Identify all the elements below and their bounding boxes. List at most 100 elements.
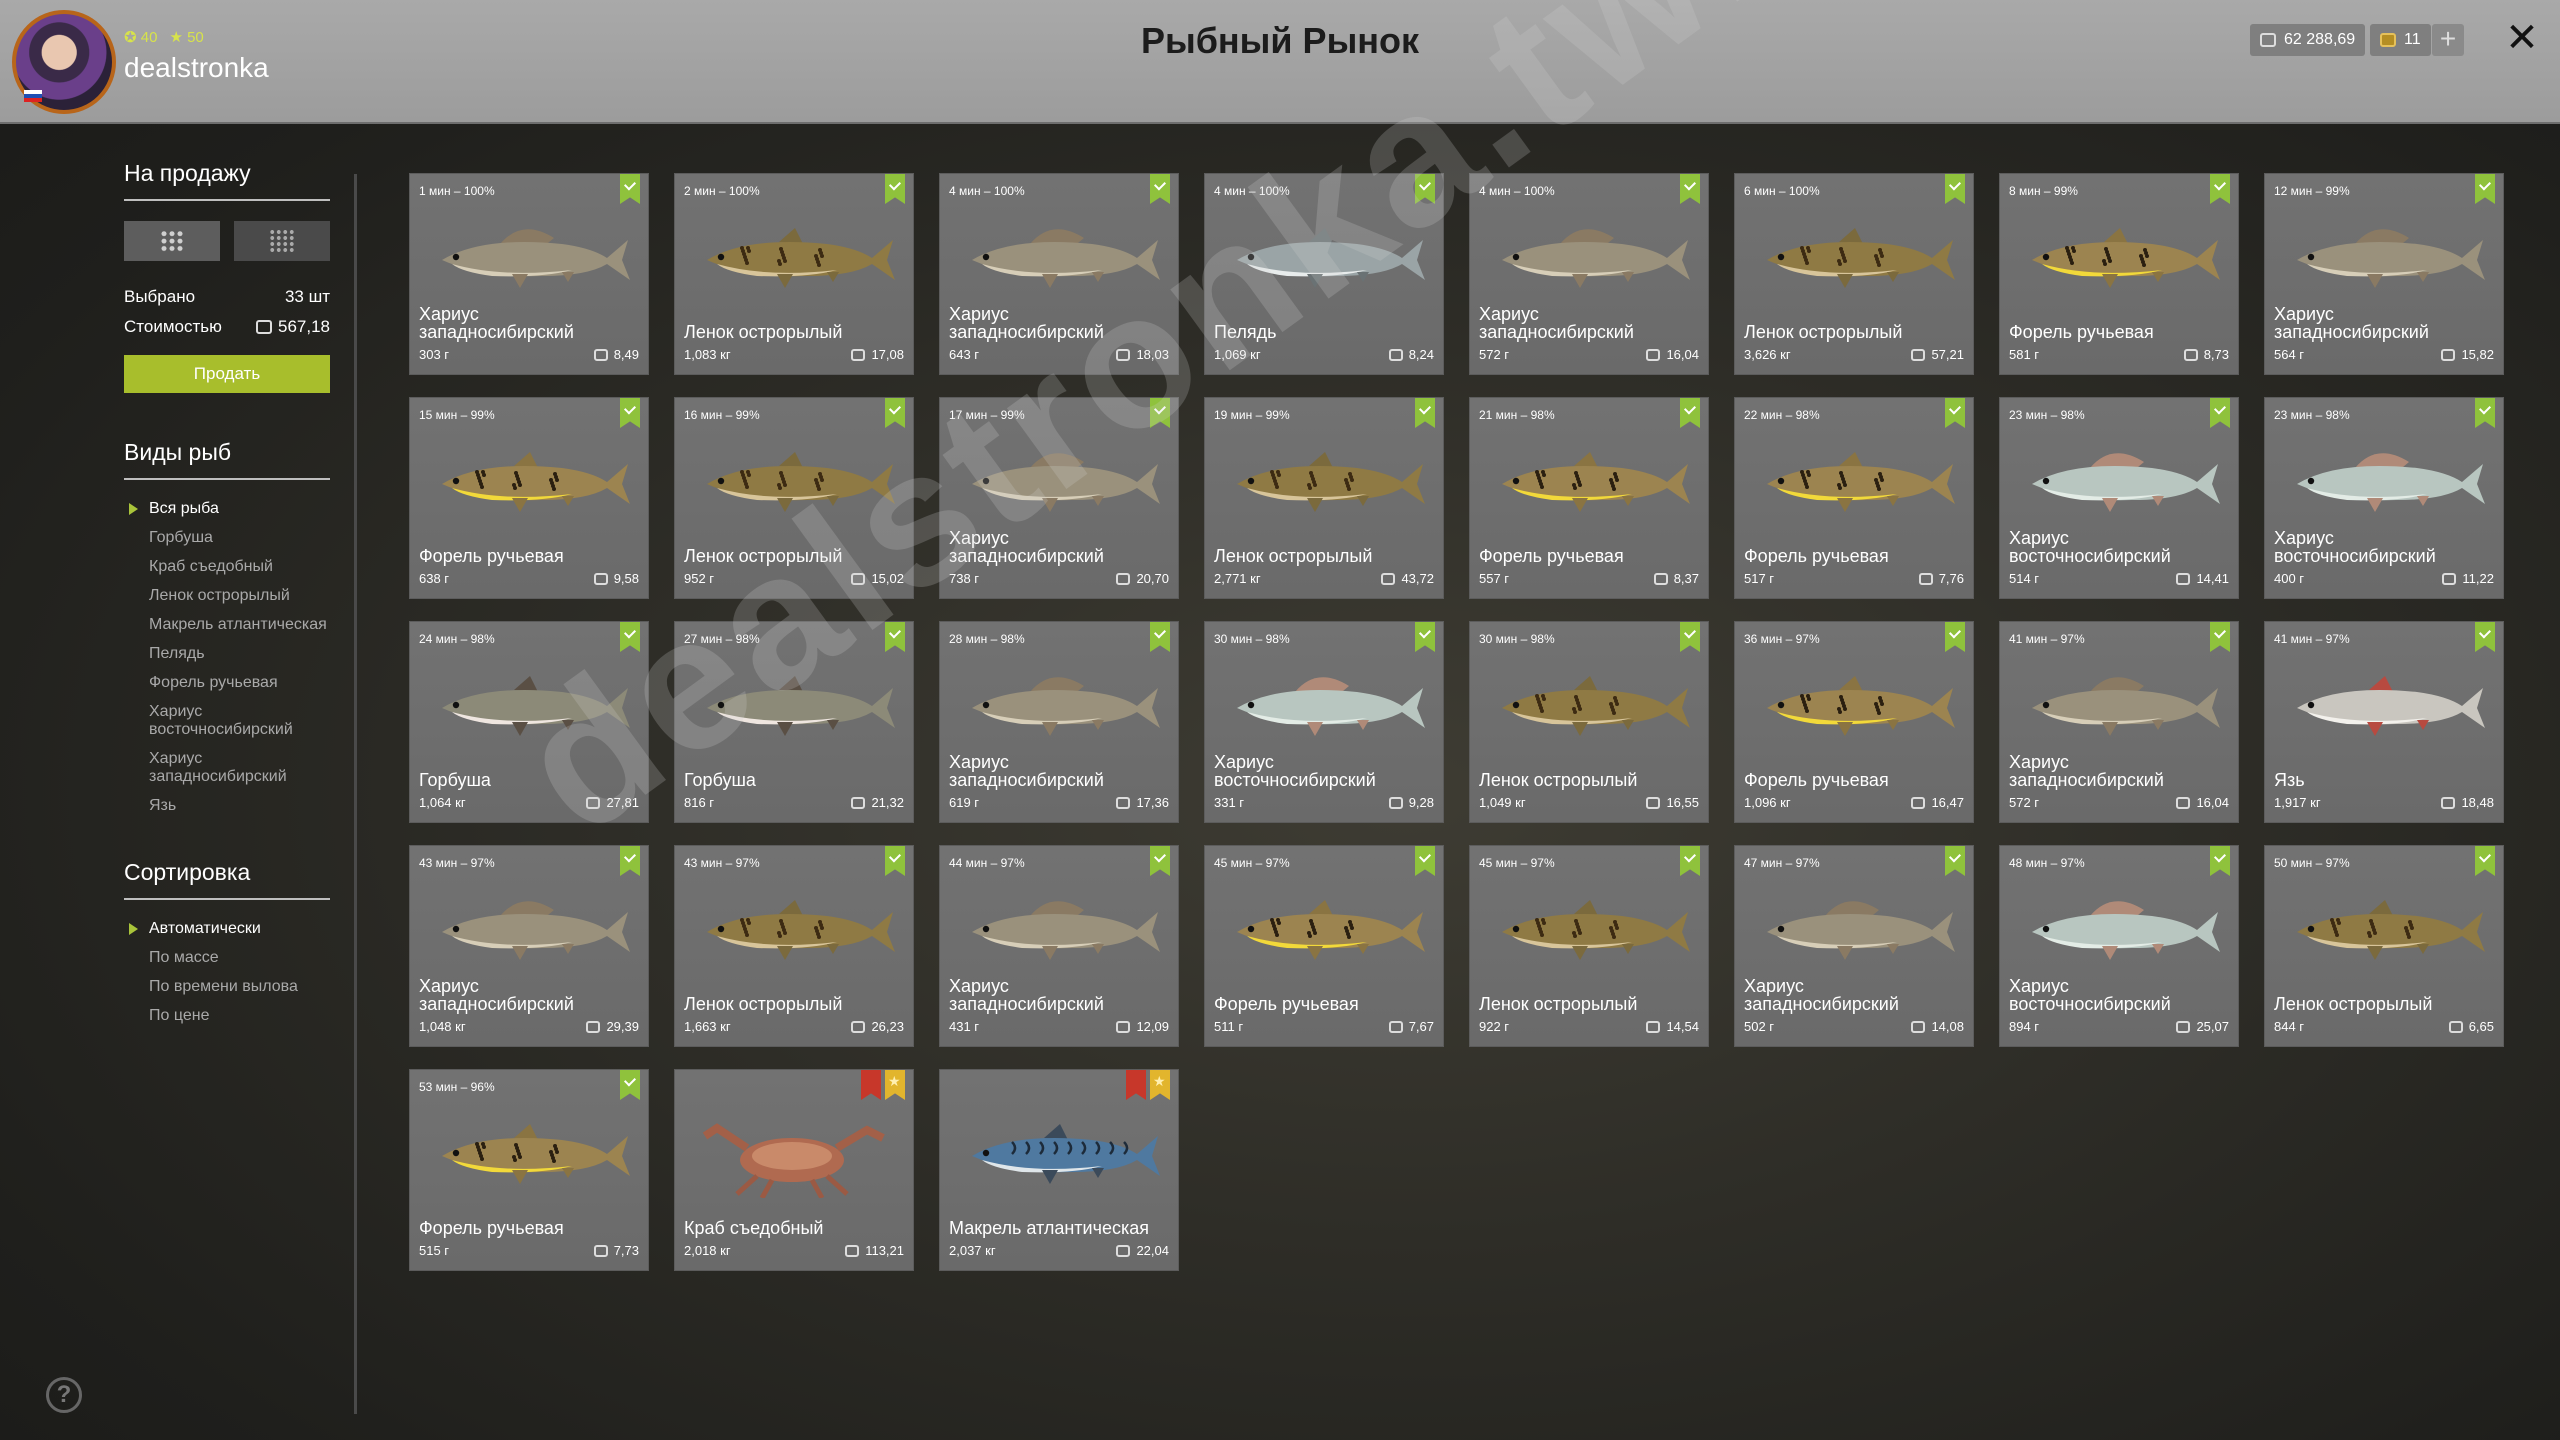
fish-card[interactable]: 30 мин – 98% Ленок острорылый 1,049 кг 16,5… <box>1470 622 1708 822</box>
species-item[interactable]: Язь <box>124 797 330 815</box>
species-item[interactable]: Хариус восточносибирский <box>124 703 330 739</box>
silver-coin-icon <box>1116 1020 1131 1033</box>
fish-name: Хариус восточносибирский <box>2009 528 2171 566</box>
fish-card[interactable]: 12 мин – 99% Хариус западносибирский 564 г… <box>2265 174 2503 374</box>
sort-option-list: Автоматически По массе По времени вылова По… <box>124 920 330 1025</box>
fish-card[interactable]: 22 мин – 98% Форель ручьевая 517 г 7,76 <box>1735 398 1973 598</box>
fish-card[interactable]: 44 мин – 97% Хариус западносибирский 431 г… <box>940 846 1178 1046</box>
fish-weight: 564 г <box>2274 347 2305 362</box>
sort-item[interactable]: По массе <box>124 949 330 967</box>
checkmark-icon[interactable] <box>885 622 905 652</box>
sort-item[interactable]: Автоматически <box>124 920 330 938</box>
checkmark-icon[interactable] <box>620 846 640 876</box>
species-item[interactable]: Пелядь <box>124 645 330 663</box>
checkmark-icon[interactable] <box>2475 846 2495 876</box>
fish-card[interactable]: 4 мин – 100% Хариус западносибирский 572 г… <box>1470 174 1708 374</box>
sort-item[interactable]: По цене <box>124 1007 330 1025</box>
fish-card[interactable]: 41 мин – 97% Язь 1,917 кг 18,48 <box>2265 622 2503 822</box>
add-gold-button[interactable]: + <box>2432 24 2464 56</box>
silver-coin-icon <box>1646 348 1661 361</box>
fish-card[interactable]: 6 мин – 100% Ленок острорылый 3,626 кг 57,2… <box>1735 174 1973 374</box>
fish-card[interactable]: 16 мин – 99% Ленок острорылый 952 г 15,02 <box>675 398 913 598</box>
fish-card[interactable]: 15 мин – 99% Форель ручьевая 638 г 9,58 <box>410 398 648 598</box>
checkmark-icon[interactable] <box>2475 622 2495 652</box>
fish-card[interactable]: 30 мин – 98% Хариус восточносибирский 331 … <box>1205 622 1443 822</box>
checkmark-icon[interactable] <box>1945 174 1965 204</box>
fish-card[interactable]: Макрель атлантическая 2,037 кг 22,04 <box>940 1070 1178 1270</box>
fish-card[interactable]: 2 мин – 100% Ленок острорылый 1,083 кг 17,0… <box>675 174 913 374</box>
checkmark-icon[interactable] <box>885 846 905 876</box>
sort-item[interactable]: По времени вылова <box>124 978 330 996</box>
trout-fish-icon <box>442 452 630 512</box>
checkmark-icon[interactable] <box>885 398 905 428</box>
sell-button[interactable]: Продать <box>124 355 330 393</box>
checkmark-icon[interactable] <box>2210 174 2230 204</box>
checkmark-icon[interactable] <box>620 1070 640 1100</box>
large-grid-view-button[interactable] <box>124 221 220 261</box>
bookmark-icon[interactable] <box>1126 1070 1146 1100</box>
checkmark-icon[interactable] <box>1415 174 1435 204</box>
fish-card[interactable]: Краб съедобный 2,018 кг 113,21 <box>675 1070 913 1270</box>
fish-card[interactable]: 4 мин – 100% Хариус западносибирский 643 г… <box>940 174 1178 374</box>
catch-time: 30 мин – 98% <box>1214 632 1290 646</box>
checkmark-icon[interactable] <box>885 174 905 204</box>
price-value: 17,36 <box>1136 795 1169 810</box>
fish-card[interactable]: 41 мин – 97% Хариус западносибирский 572 г… <box>2000 622 2238 822</box>
checkmark-icon[interactable] <box>1150 622 1170 652</box>
checkmark-icon[interactable] <box>1945 398 1965 428</box>
checkmark-icon[interactable] <box>620 398 640 428</box>
small-grid-view-button[interactable] <box>234 221 330 261</box>
checkmark-icon[interactable] <box>620 622 640 652</box>
checkmark-icon[interactable] <box>1680 622 1700 652</box>
fish-card[interactable]: 48 мин – 97% Хариус восточносибирский 894 … <box>2000 846 2238 1046</box>
help-icon[interactable]: ? <box>46 1377 82 1413</box>
fish-card[interactable]: 45 мин – 97% Форель ручьевая 511 г 7,67 <box>1205 846 1443 1046</box>
checkmark-icon[interactable] <box>1680 846 1700 876</box>
checkmark-icon[interactable] <box>1680 174 1700 204</box>
catch-time: 6 мин – 100% <box>1744 184 1820 198</box>
checkmark-icon[interactable] <box>1415 846 1435 876</box>
checkmark-icon[interactable] <box>1945 622 1965 652</box>
fish-card[interactable]: 27 мин – 98% Горбуша 816 г 21,32 <box>675 622 913 822</box>
checkmark-icon[interactable] <box>1415 398 1435 428</box>
fish-card[interactable]: 17 мин – 99% Хариус западносибирский 738 г… <box>940 398 1178 598</box>
fish-card[interactable]: 8 мин – 99% Форель ручьевая 581 г 8,73 <box>2000 174 2238 374</box>
fish-card[interactable]: 50 мин – 97% Ленок острорылый 844 г 6,65 <box>2265 846 2503 1046</box>
species-item[interactable]: Макрель атлантическая <box>124 616 330 634</box>
fish-card[interactable]: 43 мин – 97% Хариус западносибирский 1,048… <box>410 846 648 1046</box>
fish-card[interactable]: 36 мин – 97% Форель ручьевая 1,096 кг 16,47 <box>1735 622 1973 822</box>
species-item[interactable]: Вся рыба <box>124 500 330 518</box>
checkmark-icon[interactable] <box>2475 398 2495 428</box>
checkmark-icon[interactable] <box>1150 174 1170 204</box>
fish-name: Хариус западносибирский <box>1744 976 1899 1014</box>
fish-card[interactable]: 45 мин – 97% Ленок острорылый 922 г 14,54 <box>1470 846 1708 1046</box>
fish-card[interactable]: 24 мин – 98% Горбуша 1,064 кг 27,81 <box>410 622 648 822</box>
checkmark-icon[interactable] <box>1680 398 1700 428</box>
checkmark-icon[interactable] <box>620 174 640 204</box>
checkmark-icon[interactable] <box>1150 398 1170 428</box>
fish-card[interactable]: 23 мин – 98% Хариус восточносибирский 400 … <box>2265 398 2503 598</box>
checkmark-icon[interactable] <box>1150 846 1170 876</box>
fish-card[interactable]: 4 мин – 100% Пелядь 1,069 кг 8,24 <box>1205 174 1443 374</box>
checkmark-icon[interactable] <box>1945 846 1965 876</box>
species-item[interactable]: Ленок острорылый <box>124 587 330 605</box>
bookmark-icon[interactable] <box>861 1070 881 1100</box>
fish-card[interactable]: 19 мин – 99% Ленок острорылый 2,771 кг 43,7… <box>1205 398 1443 598</box>
checkmark-icon[interactable] <box>2210 622 2230 652</box>
checkmark-icon[interactable] <box>2210 398 2230 428</box>
checkmark-icon[interactable] <box>1415 622 1435 652</box>
species-item[interactable]: Краб съедобный <box>124 558 330 576</box>
close-icon[interactable]: ✕ <box>2500 16 2544 60</box>
species-item[interactable]: Горбуша <box>124 529 330 547</box>
fish-card[interactable]: 23 мин – 98% Хариус восточносибирский 514 … <box>2000 398 2238 598</box>
fish-card[interactable]: 21 мин – 98% Форель ручьевая 557 г 8,37 <box>1470 398 1708 598</box>
fish-card[interactable]: 1 мин – 100% Хариус западносибирский 303 г… <box>410 174 648 374</box>
species-item[interactable]: Форель ручьевая <box>124 674 330 692</box>
checkmark-icon[interactable] <box>2210 846 2230 876</box>
fish-card[interactable]: 47 мин – 97% Хариус западносибирский 502 г… <box>1735 846 1973 1046</box>
fish-card[interactable]: 28 мин – 98% Хариус западносибирский 619 г… <box>940 622 1178 822</box>
fish-card[interactable]: 53 мин – 96% Форель ручьевая 515 г 7,73 <box>410 1070 648 1270</box>
species-item[interactable]: Хариус западносибирский <box>124 750 330 786</box>
fish-card[interactable]: 43 мин – 97% Ленок острорылый 1,663 кг 26,2… <box>675 846 913 1046</box>
checkmark-icon[interactable] <box>2475 174 2495 204</box>
